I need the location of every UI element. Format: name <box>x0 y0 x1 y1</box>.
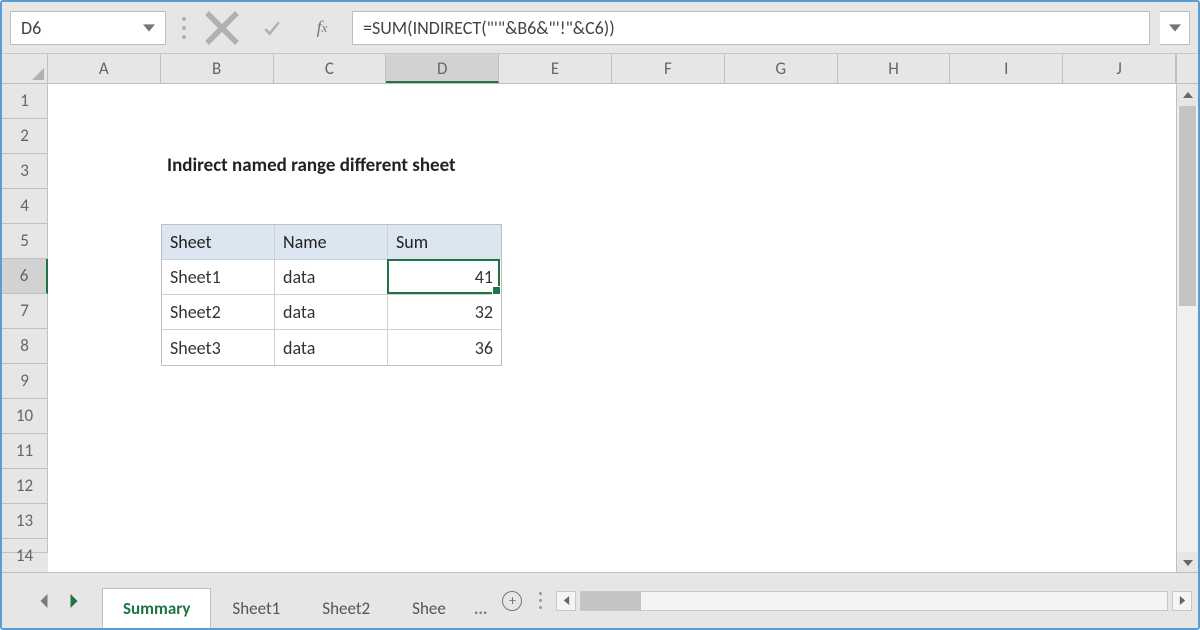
row-header[interactable]: 1 <box>2 84 48 119</box>
cell-name[interactable]: data <box>275 330 388 365</box>
table-header[interactable]: Sum <box>388 225 501 260</box>
table-row: Sheet1 data 41 <box>162 260 501 295</box>
tab-nav-next-icon[interactable] <box>68 594 80 608</box>
cell-sum[interactable]: 36 <box>388 330 501 365</box>
formula-input[interactable]: =SUM(INDIRECT("'"&B6&"'!"&C6)) <box>352 11 1150 45</box>
tab-nav-buttons <box>2 573 102 628</box>
cell-sheet[interactable]: Sheet1 <box>162 260 275 295</box>
tab-sheet3[interactable]: Shee <box>391 588 467 628</box>
scroll-right-button[interactable] <box>1172 591 1192 611</box>
row-header[interactable]: 5 <box>2 224 48 259</box>
row-header[interactable]: 13 <box>2 504 48 539</box>
data-table: Sheet Name Sum Sheet1 data 41 Sheet2 dat… <box>161 224 502 366</box>
table-header[interactable]: Sheet <box>162 225 275 260</box>
col-header[interactable]: F <box>612 54 725 83</box>
cell-sheet[interactable]: Sheet2 <box>162 295 275 330</box>
formula-bar: D6 fx =SUM(INDIRECT("'"&B6&"'!"&C6)) <box>2 2 1198 54</box>
page-title: Indirect named range different sheet <box>167 154 456 177</box>
table-header[interactable]: Name <box>275 225 388 260</box>
row-header[interactable]: 9 <box>2 364 48 399</box>
scroll-track[interactable] <box>1177 106 1198 552</box>
cell-name[interactable]: data <box>275 295 388 330</box>
row-header[interactable]: 14 <box>2 539 48 553</box>
cell-name[interactable]: data <box>275 260 388 295</box>
column-headers: A B C D E F G H I J <box>2 54 1198 84</box>
table-row: Sheet2 data 32 <box>162 295 501 330</box>
scroll-up-button[interactable] <box>1177 84 1198 106</box>
row-header[interactable]: 3 <box>2 154 48 189</box>
col-header[interactable]: A <box>48 54 161 83</box>
scroll-left-button[interactable] <box>556 591 576 611</box>
new-sheet-button[interactable]: + <box>494 573 530 628</box>
cell-sum[interactable]: 41 <box>388 260 501 295</box>
name-box-value: D6 <box>21 17 41 39</box>
tab-sheet2[interactable]: Sheet2 <box>301 588 391 628</box>
select-all-corner[interactable] <box>2 54 48 83</box>
col-header-selected[interactable]: D <box>386 54 499 83</box>
col-header[interactable]: I <box>950 54 1063 83</box>
tab-summary[interactable]: Summary <box>102 588 211 628</box>
scroll-thumb[interactable] <box>1179 106 1196 306</box>
enter-icon <box>252 11 292 45</box>
row-header-selected[interactable]: 6 <box>2 259 48 294</box>
horizontal-scrollbar[interactable] <box>550 573 1198 628</box>
chevron-down-icon <box>143 22 155 34</box>
row-header[interactable]: 8 <box>2 329 48 364</box>
col-header[interactable]: J <box>1063 54 1176 83</box>
row-headers: 1 2 3 4 5 6 7 8 9 10 11 12 13 14 <box>2 84 48 574</box>
sheet-tab-bar: Summary Sheet1 Sheet2 Shee ... + <box>2 572 1198 628</box>
cancel-icon <box>202 11 242 45</box>
tab-nav-prev-icon[interactable] <box>38 594 50 608</box>
worksheet-grid: 1 2 3 4 5 6 7 8 9 10 11 12 13 14 Indirec… <box>2 84 1198 574</box>
row-header[interactable]: 7 <box>2 294 48 329</box>
vertical-scrollbar[interactable] <box>1176 84 1198 574</box>
tab-overflow[interactable]: ... <box>467 588 495 628</box>
scroll-down-button[interactable] <box>1177 552 1198 574</box>
cell-sum[interactable]: 32 <box>388 295 501 330</box>
scroll-track[interactable] <box>580 591 1168 611</box>
row-header[interactable]: 4 <box>2 189 48 224</box>
separator-dots-icon <box>530 573 550 628</box>
table-row: Sheet3 data 36 <box>162 330 501 365</box>
row-header[interactable]: 2 <box>2 119 48 154</box>
cells-region[interactable]: Indirect named range different sheet She… <box>48 84 1176 574</box>
col-header[interactable]: G <box>725 54 838 83</box>
scroll-gutter <box>1176 54 1198 83</box>
tab-sheet1[interactable]: Sheet1 <box>211 588 301 628</box>
formula-text: =SUM(INDIRECT("'"&B6&"'!"&C6)) <box>363 17 615 39</box>
name-box[interactable]: D6 <box>10 11 166 45</box>
expand-formula-bar-button[interactable] <box>1160 11 1190 45</box>
scroll-thumb[interactable] <box>581 592 641 610</box>
separator-dots-icon <box>182 17 186 39</box>
col-header[interactable]: E <box>499 54 612 83</box>
col-header[interactable]: H <box>838 54 951 83</box>
plus-icon: + <box>502 591 522 611</box>
row-header[interactable]: 10 <box>2 399 48 434</box>
row-header[interactable]: 11 <box>2 434 48 469</box>
insert-function-button[interactable]: fx <box>302 11 342 45</box>
cell-sheet[interactable]: Sheet3 <box>162 330 275 365</box>
row-header[interactable]: 12 <box>2 469 48 504</box>
col-header[interactable]: C <box>274 54 387 83</box>
col-header[interactable]: B <box>161 54 274 83</box>
sheet-tabs: Summary Sheet1 Sheet2 Shee ... <box>102 573 494 628</box>
